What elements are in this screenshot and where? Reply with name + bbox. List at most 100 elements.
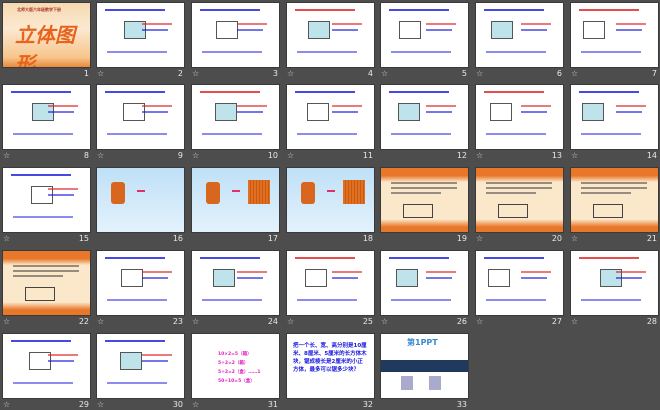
- slide-thumbnail[interactable]: [287, 168, 374, 232]
- slide-thumbnail[interactable]: [97, 168, 184, 232]
- slide-graphic: [616, 105, 646, 107]
- slide-thumbnail[interactable]: 北师大版六年级数学下册 立体图形: [3, 3, 90, 67]
- slide-graphic: [237, 271, 267, 273]
- animation-star-icon[interactable]: ☆: [287, 69, 294, 78]
- animation-star-icon[interactable]: ☆: [571, 317, 578, 326]
- animation-star-icon[interactable]: ☆: [3, 151, 10, 160]
- slide-graphic: [295, 257, 355, 259]
- slide-thumbnail[interactable]: [381, 251, 468, 315]
- animation-star-icon[interactable]: ☆: [476, 317, 483, 326]
- slide-thumbnail[interactable]: [192, 168, 279, 232]
- animation-star-icon[interactable]: ☆: [192, 151, 199, 160]
- animation-star-icon[interactable]: ☆: [287, 151, 294, 160]
- slide-thumbnail[interactable]: [97, 3, 184, 67]
- slide-graphic: [521, 111, 547, 113]
- arrow-icon: [327, 190, 335, 192]
- slide-line: 10×2=5（箱）: [218, 352, 252, 357]
- figure-graphic: [582, 103, 604, 121]
- slide-thumbnail[interactable]: 把一个长、宽、高分别是10厘米、8厘米、5厘米的长方体木块，锯成棱长是2厘米的小…: [287, 334, 374, 398]
- slide-thumbnail[interactable]: [3, 251, 90, 315]
- slide-graphic: [295, 91, 355, 93]
- slide-thumbnail[interactable]: [476, 85, 563, 149]
- slide-graphic: [142, 23, 172, 25]
- slide-text: 把一个长、宽、高分别是10厘米、8厘米、5厘米的长方体木块，锯成棱长是2厘米的小…: [293, 343, 367, 373]
- slide-thumbnail[interactable]: [476, 251, 563, 315]
- slide-thumbnail[interactable]: [97, 251, 184, 315]
- slide-graphic: [426, 23, 456, 25]
- slide-thumbnail[interactable]: [381, 3, 468, 67]
- slide-thumbnail[interactable]: [287, 85, 374, 149]
- slide-thumbnail[interactable]: [287, 3, 374, 67]
- slide-graphic: [426, 271, 456, 273]
- slide-thumbnail[interactable]: [3, 334, 90, 398]
- slide-graphic: [484, 91, 544, 93]
- slide-thumbnail[interactable]: [3, 168, 90, 232]
- arrow-icon: [137, 190, 145, 192]
- slide-thumbnail[interactable]: [97, 334, 184, 398]
- slide-graphic: [142, 105, 172, 107]
- animation-star-icon[interactable]: ☆: [3, 317, 10, 326]
- slide-number: 2: [177, 69, 183, 78]
- slide-thumbnail[interactable]: [192, 3, 279, 67]
- slide-graphic: [391, 133, 451, 135]
- slide-graphic: [616, 23, 646, 25]
- slide-graphic: [616, 111, 642, 113]
- slide-graphic: [521, 23, 551, 25]
- slide-thumbnail[interactable]: [571, 3, 658, 67]
- slide-graphic: [295, 9, 355, 11]
- cylinder-graphic: [206, 182, 220, 204]
- figure-graphic: [305, 269, 327, 287]
- slide-number: 3: [272, 69, 278, 78]
- animation-star-icon[interactable]: ☆: [192, 317, 199, 326]
- animation-star-icon[interactable]: ☆: [192, 400, 199, 409]
- slide-graphic: [11, 91, 71, 93]
- slide-line: 5÷2=2（盒）……1: [218, 370, 261, 375]
- animation-star-icon[interactable]: ☆: [381, 69, 388, 78]
- slide-thumbnail[interactable]: [192, 251, 279, 315]
- animation-star-icon[interactable]: ☆: [97, 69, 104, 78]
- slide-graphic: [13, 265, 79, 267]
- slide-thumbnail[interactable]: [192, 85, 279, 149]
- slide-thumbnail[interactable]: [381, 85, 468, 149]
- slide-graphic: [581, 51, 641, 53]
- slide-graphic: [237, 277, 263, 279]
- animation-star-icon[interactable]: ☆: [3, 400, 10, 409]
- slide-thumbnail[interactable]: [571, 85, 658, 149]
- slide-graphic: [332, 105, 362, 107]
- slide-thumbnail[interactable]: [571, 251, 658, 315]
- animation-star-icon[interactable]: ☆: [571, 234, 578, 243]
- slide-number: 30: [172, 400, 183, 409]
- slide-thumbnail[interactable]: [3, 85, 90, 149]
- slide-number: 13: [551, 151, 562, 160]
- slide-graphic: [237, 29, 263, 31]
- animation-star-icon[interactable]: ☆: [476, 69, 483, 78]
- animation-star-icon[interactable]: ☆: [97, 151, 104, 160]
- slide-number: 7: [651, 69, 657, 78]
- figure-graphic: [399, 21, 421, 39]
- animation-star-icon[interactable]: ☆: [571, 151, 578, 160]
- animation-star-icon[interactable]: ☆: [97, 400, 104, 409]
- animation-star-icon[interactable]: ☆: [381, 317, 388, 326]
- slide-number: 14: [646, 151, 657, 160]
- slide-graphic: [521, 271, 551, 273]
- animation-star-icon[interactable]: ☆: [571, 69, 578, 78]
- slide-thumbnail[interactable]: [287, 251, 374, 315]
- animation-star-icon[interactable]: ☆: [476, 234, 483, 243]
- slide-thumbnail[interactable]: 第1PPT: [381, 334, 468, 398]
- animation-star-icon[interactable]: ☆: [476, 151, 483, 160]
- animation-star-icon[interactable]: ☆: [97, 317, 104, 326]
- slide-graphic: [426, 29, 452, 31]
- animation-star-icon[interactable]: ☆: [287, 317, 294, 326]
- slide-thumbnail[interactable]: [571, 168, 658, 232]
- slide-thumbnail[interactable]: [97, 85, 184, 149]
- slide-thumbnail[interactable]: 10×2=5（箱） 5÷2=2（箱） 5÷2=2（盒）……1 50÷10=5（盒）: [192, 334, 279, 398]
- slide-graphic: [391, 299, 451, 301]
- animation-star-icon[interactable]: ☆: [192, 69, 199, 78]
- slide-thumbnail[interactable]: [476, 168, 563, 232]
- animation-star-icon[interactable]: ☆: [3, 234, 10, 243]
- slide-graphic: [484, 257, 544, 259]
- slide-thumbnail[interactable]: [476, 3, 563, 67]
- slide-thumbnail[interactable]: [381, 168, 468, 232]
- slide-graphic: [13, 382, 73, 384]
- arrow-icon: [232, 190, 240, 192]
